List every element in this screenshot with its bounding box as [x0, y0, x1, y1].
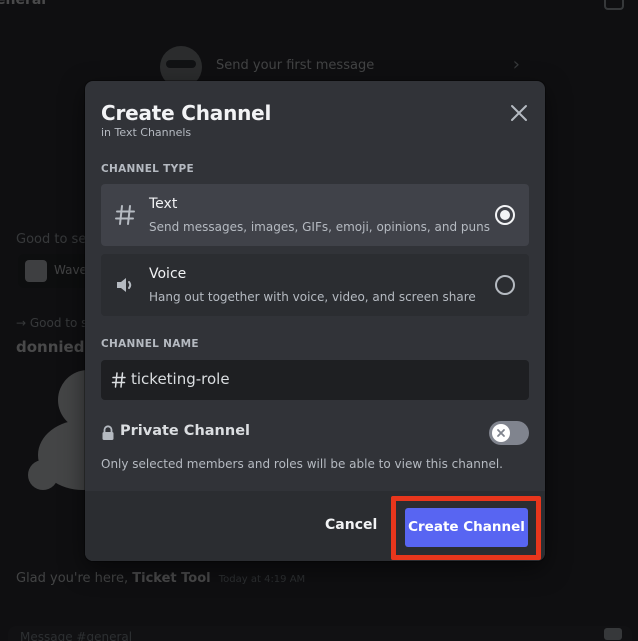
sticker-icon — [25, 260, 47, 282]
chevron-right-icon: › — [512, 54, 520, 75]
private-channel-description: Only selected members and roles will be … — [101, 457, 503, 471]
channel-type-label: CHANNEL TYPE — [101, 163, 194, 175]
cancel-button[interactable]: Cancel — [325, 517, 377, 533]
welcome-message: Glad you're here, Ticket Tool Today at 4… — [16, 571, 305, 586]
welcome-text: Send your first message — [216, 58, 375, 73]
message-author[interactable]: donnieda — [16, 338, 95, 356]
channel-name-label: CHANNEL NAME — [101, 338, 199, 350]
reply-line: → Good to s — [16, 316, 88, 330]
channel-header-title: eneral — [0, 0, 47, 8]
app-stage: eneral Send your first message › Good to… — [0, 0, 638, 641]
channel-type-voice-option[interactable]: Voice Hang out together with voice, vide… — [101, 254, 529, 316]
channel-name-value[interactable]: ticketing-role — [131, 370, 230, 388]
option-description: Send messages, images, GIFs, emoji, opin… — [149, 220, 490, 234]
radio-unselected[interactable] — [495, 275, 515, 295]
private-channel-row: Private Channel — [101, 421, 529, 446]
sticker-label: Wave — [54, 263, 87, 277]
private-channel-toggle[interactable] — [489, 421, 529, 445]
lock-icon — [101, 425, 115, 441]
welcome-message-bot[interactable]: Ticket Tool — [132, 571, 210, 586]
composer-placeholder: Message #general — [20, 630, 133, 641]
channel-name-input[interactable]: ticketing-role — [101, 360, 529, 400]
message-timestamp: Today at 4:19 AM — [218, 574, 306, 585]
modal-subtitle: in Text Channels — [101, 126, 192, 139]
message-composer[interactable]: Message #general — [8, 626, 632, 641]
create-channel-modal: Create Channel in Text Channels CHANNEL … — [85, 81, 545, 561]
private-channel-label: Private Channel — [120, 423, 250, 439]
sticker-picker-icon[interactable] — [604, 628, 622, 640]
speaker-icon — [113, 273, 137, 297]
threads-icon[interactable] — [604, 0, 624, 10]
close-icon[interactable] — [507, 101, 531, 125]
toggle-knob — [492, 424, 510, 442]
modal-title: Create Channel — [101, 101, 272, 125]
system-message: Good to se — [16, 232, 87, 247]
option-description: Hang out together with voice, video, and… — [149, 290, 476, 304]
hash-icon — [111, 371, 127, 389]
radio-selected[interactable] — [495, 205, 515, 225]
option-title: Voice — [149, 266, 187, 282]
channel-type-text-option[interactable]: Text Send messages, images, GIFs, emoji,… — [101, 184, 529, 246]
toggle-off-icon — [497, 429, 505, 437]
welcome-message-text: Glad you're here, — [16, 571, 129, 586]
option-title: Text — [149, 196, 178, 212]
create-channel-button[interactable]: Create Channel — [405, 508, 528, 547]
hash-icon — [113, 203, 137, 227]
